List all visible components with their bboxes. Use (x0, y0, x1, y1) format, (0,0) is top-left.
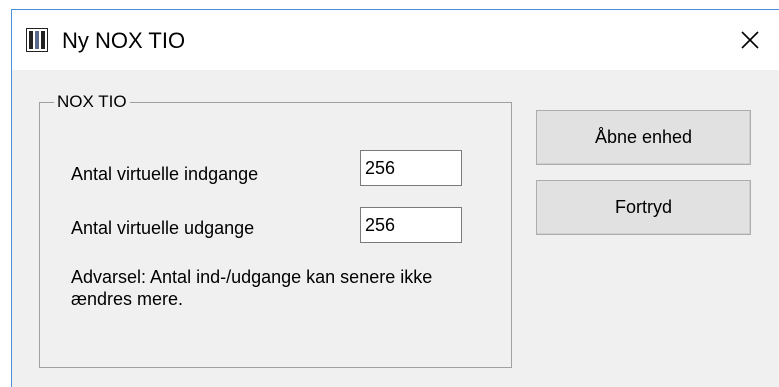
inputs-label: Antal virtuelle indgange (71, 164, 259, 184)
groupbox-legend: NOX TIO (54, 92, 130, 112)
outputs-count-field[interactable] (360, 207, 462, 243)
app-icon (26, 28, 48, 52)
close-button[interactable] (721, 10, 779, 70)
open-device-button[interactable]: Åbne enhed (536, 110, 751, 165)
window-title: Ny NOX TIO (62, 28, 186, 53)
close-icon (741, 31, 759, 49)
nox-tio-groupbox: NOX TIO Antal virtuelle indgange Antal v… (39, 92, 512, 368)
title-bar[interactable]: Ny NOX TIO (12, 10, 779, 70)
warning-text: Advarsel: Antal ind-/udgange kan senere … (71, 267, 433, 309)
dialog-window: Ny NOX TIO NOX TIO Antal virtuelle indga… (11, 9, 779, 387)
cancel-button[interactable]: Fortryd (536, 180, 751, 235)
inputs-count-field[interactable] (360, 150, 462, 186)
outputs-label: Antal virtuelle udgange (71, 218, 255, 238)
